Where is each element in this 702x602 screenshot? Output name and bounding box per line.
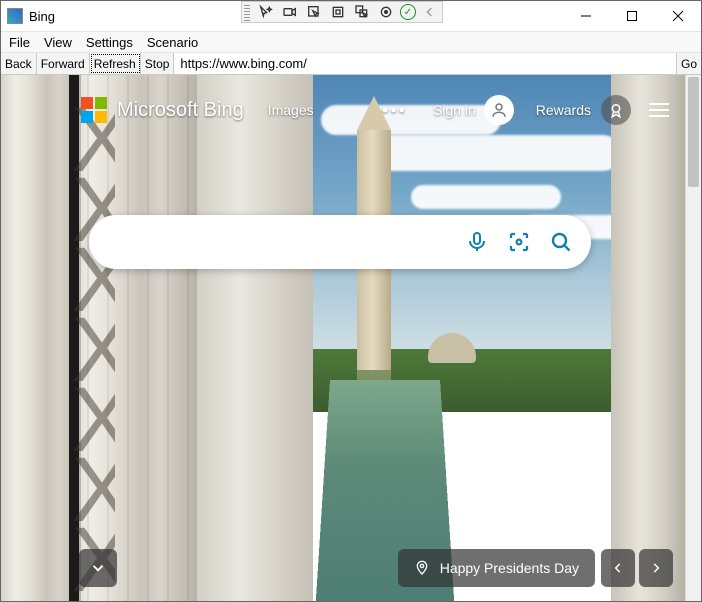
forward-button[interactable]: Forward [37,53,90,74]
menu-settings[interactable]: Settings [86,35,133,50]
prev-image-button[interactable] [601,549,635,587]
titlebar: Bing ✓ [1,1,701,31]
rewards-badge-icon[interactable] [601,95,631,125]
brand-label[interactable]: Microsoft Bing [117,99,244,122]
menu-view[interactable]: View [44,35,72,50]
search-input[interactable] [115,233,447,251]
video-icon[interactable] [280,2,300,22]
window-controls [563,1,701,31]
go-button[interactable]: Go [676,53,701,74]
avatar-icon[interactable] [484,95,514,125]
target-icon[interactable] [376,2,396,22]
pointer-box-icon[interactable] [304,2,324,22]
overlap-pointer-icon[interactable] [352,2,372,22]
sign-in-link[interactable]: Sign in [433,102,476,118]
microsoft-logo-icon [81,97,107,123]
content-area: XXXXXXXXXXXXXXXXXXXXXXXXXXXX Microsoft B… [1,75,701,601]
close-button[interactable] [655,1,701,31]
square-icon[interactable] [328,2,348,22]
scrollbar-thumb[interactable] [688,77,699,187]
menu-file[interactable]: File [9,35,30,50]
microphone-icon[interactable] [465,230,489,254]
app-icon [7,8,23,24]
check-icon[interactable]: ✓ [400,4,416,20]
images-link[interactable]: Images [268,102,314,118]
back-button[interactable]: Back [1,53,37,74]
rewards-link[interactable]: Rewards [536,102,591,118]
stop-button[interactable]: Stop [141,53,175,74]
vertical-scrollbar[interactable] [685,75,701,601]
next-image-button[interactable] [639,549,673,587]
bing-header: Microsoft Bing Images ••• Sign in Reward… [1,89,685,131]
minimize-button[interactable] [563,1,609,31]
expand-button[interactable] [79,549,117,587]
url-input[interactable] [174,53,676,74]
menubar: File View Settings Scenario [1,31,701,53]
menu-scenario[interactable]: Scenario [147,35,198,50]
info-pill[interactable]: Happy Presidents Day [398,549,595,587]
camera-search-icon[interactable] [507,230,531,254]
cursor-star-icon[interactable] [256,2,276,22]
search-icon[interactable] [549,230,573,254]
refresh-button[interactable]: Refresh [90,53,141,74]
location-pin-icon [414,560,430,576]
window-title: Bing [29,9,55,24]
search-box [89,215,591,269]
navbar: Back Forward Refresh Stop Go [1,53,701,75]
more-icon[interactable]: ••• [382,100,407,121]
maximize-button[interactable] [609,1,655,31]
toolbar-strip: ✓ [241,1,443,23]
caption-text: Happy Presidents Day [440,560,579,576]
bing-page: XXXXXXXXXXXXXXXXXXXXXXXXXXXX Microsoft B… [1,75,701,601]
hamburger-icon[interactable] [649,103,669,117]
app-window: Bing ✓ File View Settings Scenario Back … [0,0,702,602]
chevron-left-icon[interactable] [420,2,440,22]
background-image: XXXXXXXXXXXXXXXXXXXXXXXXXXXX [1,75,701,601]
grip-icon [244,3,250,21]
